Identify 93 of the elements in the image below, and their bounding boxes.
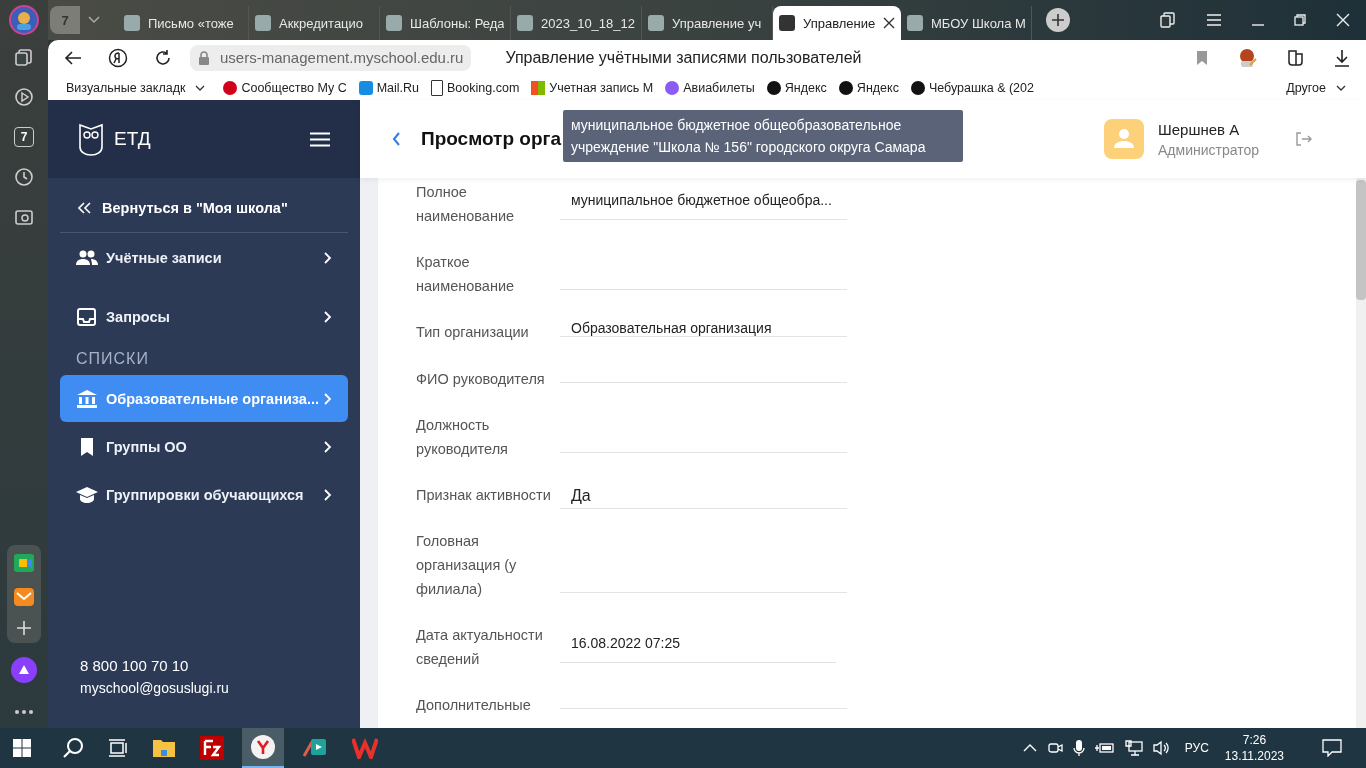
language-indicator[interactable]: РУС (1184, 741, 1209, 755)
field-value: Да (560, 483, 847, 509)
search-icon[interactable] (62, 737, 84, 759)
chevron-right-icon (324, 488, 332, 501)
camera-icon[interactable] (1046, 740, 1063, 756)
tooltip: муниципальное бюджетное общеобразовательное учреждение "Школа № 156" городского округа Самара (563, 110, 963, 162)
tabs-icon[interactable] (14, 47, 34, 67)
chevron-down-icon[interactable] (195, 84, 206, 91)
scrollbar-thumb[interactable] (1356, 180, 1366, 300)
add-icon[interactable] (15, 619, 33, 637)
other-bookmarks[interactable]: Другое (1286, 80, 1346, 95)
field-label: Дополнительные (416, 696, 532, 715)
close-icon[interactable] (883, 17, 895, 29)
bookmark-link[interactable]: Яндекс (838, 80, 899, 95)
yandex-browser-icon[interactable] (250, 734, 276, 760)
field-label: Дата актуальности сведений (416, 626, 544, 669)
assistant-icon[interactable] (11, 657, 37, 683)
clock-icon[interactable] (14, 167, 34, 187)
logout-icon[interactable] (1296, 132, 1312, 146)
section-heading: СПИСКИ (75, 349, 150, 369)
wps-icon[interactable] (352, 737, 378, 759)
field-label: Краткое наименование (416, 253, 516, 296)
phone-number: 8 800 100 70 10 (80, 657, 190, 674)
double-chevron-left-icon (78, 202, 92, 214)
lock-icon (198, 50, 210, 65)
volume-icon[interactable] (1152, 740, 1171, 756)
reload-icon[interactable] (154, 48, 172, 67)
page-heading: Просмотр орга (421, 128, 561, 150)
windows-start-icon[interactable] (13, 739, 31, 757)
task-view-icon[interactable] (108, 739, 128, 757)
bank-icon (76, 388, 98, 409)
avatar-icon[interactable] (9, 5, 39, 35)
nav-item[interactable]: Запросы (60, 293, 348, 340)
bookmark-link[interactable]: Booking.com (431, 79, 520, 96)
battery-icon[interactable] (1094, 742, 1115, 754)
field-value: 16.08.2022 07:25 (560, 623, 836, 663)
bookmark-link[interactable]: Авиабилеты (665, 80, 755, 95)
bookmark-link[interactable]: Учетная запись М (531, 80, 654, 95)
address-field[interactable]: users-management.myschool.edu.ru (190, 44, 472, 71)
play-icon[interactable] (14, 87, 34, 107)
restore-icon[interactable] (1294, 14, 1306, 26)
chevron-up-icon[interactable] (1022, 744, 1037, 752)
network-icon[interactable] (1124, 740, 1143, 756)
field-label: Головная организация (у филиала) (416, 532, 518, 599)
chevron-right-icon (324, 251, 332, 264)
email-address: myschool@gosuslugi.ru (80, 680, 230, 696)
download-icon[interactable] (1334, 48, 1350, 67)
bookmark-link[interactable]: Mail.Ru (358, 80, 420, 95)
nav-item[interactable]: Учётные записи (60, 234, 348, 281)
mail-icon[interactable] (12, 585, 36, 609)
nav-item[interactable]: Группировки обучающихся (60, 471, 348, 518)
notifications-icon[interactable] (1322, 739, 1342, 757)
field-value: Образовательная организация (560, 320, 847, 337)
chevron-right-icon (324, 392, 332, 405)
field-label: Признак активности (416, 486, 552, 505)
chevron-right-icon (324, 440, 332, 453)
menu-icon[interactable] (1206, 13, 1222, 27)
back-icon[interactable] (64, 49, 82, 66)
tabs-icon[interactable] (1160, 12, 1176, 28)
meet-icon[interactable] (12, 551, 36, 575)
logo[interactable]: ЕТД (78, 121, 151, 157)
new-tab-icon[interactable] (1046, 8, 1070, 32)
bookmark-icon[interactable] (1196, 49, 1208, 66)
panel-icon[interactable] (1286, 47, 1306, 68)
graduation-cap-icon (76, 484, 98, 505)
clock-time[interactable]: 7:26 (1242, 732, 1267, 748)
back-chevron-icon[interactable] (392, 132, 401, 146)
clock-date[interactable]: 13.11.2023 (1224, 748, 1284, 764)
bookmark-link[interactable]: Визуальные закладк (66, 80, 206, 95)
folder-icon[interactable] (152, 738, 176, 758)
browser-tab[interactable]: Управление (773, 6, 901, 40)
bookmark-link[interactable]: Сообщество My С (223, 80, 347, 95)
microphone-icon[interactable] (1072, 739, 1085, 757)
camera-icon[interactable] (14, 207, 34, 227)
field-label: Полное наименование (416, 183, 516, 226)
chevron-down-icon[interactable] (1336, 84, 1346, 91)
back-link[interactable]: Вернуться в "Моя школа" (60, 178, 348, 233)
bookmark-link[interactable]: Яндекс (766, 80, 827, 95)
field-label: ФИО руководителя (416, 370, 546, 389)
user-role: Администратор (1158, 141, 1260, 158)
chevron-right-icon (324, 310, 332, 323)
filezilla-icon[interactable] (200, 736, 224, 760)
more-icon[interactable] (14, 709, 34, 715)
field-label: Тип организации (416, 323, 530, 342)
field-value: муниципальное бюджетное общеобра... (560, 180, 847, 220)
page-title: Управление учётными записями пользователей (505, 48, 862, 67)
nav-item[interactable]: Группы ОО (60, 423, 348, 470)
calendar-badge[interactable]: 7 (14, 127, 34, 147)
yandex-icon[interactable] (108, 47, 128, 68)
bookmark-link[interactable]: Чебурашка & (202 (910, 80, 1034, 95)
user-name: Шершнев А (1158, 120, 1241, 138)
inbox-icon (76, 306, 98, 327)
field-label: Должность руководителя (416, 416, 509, 459)
